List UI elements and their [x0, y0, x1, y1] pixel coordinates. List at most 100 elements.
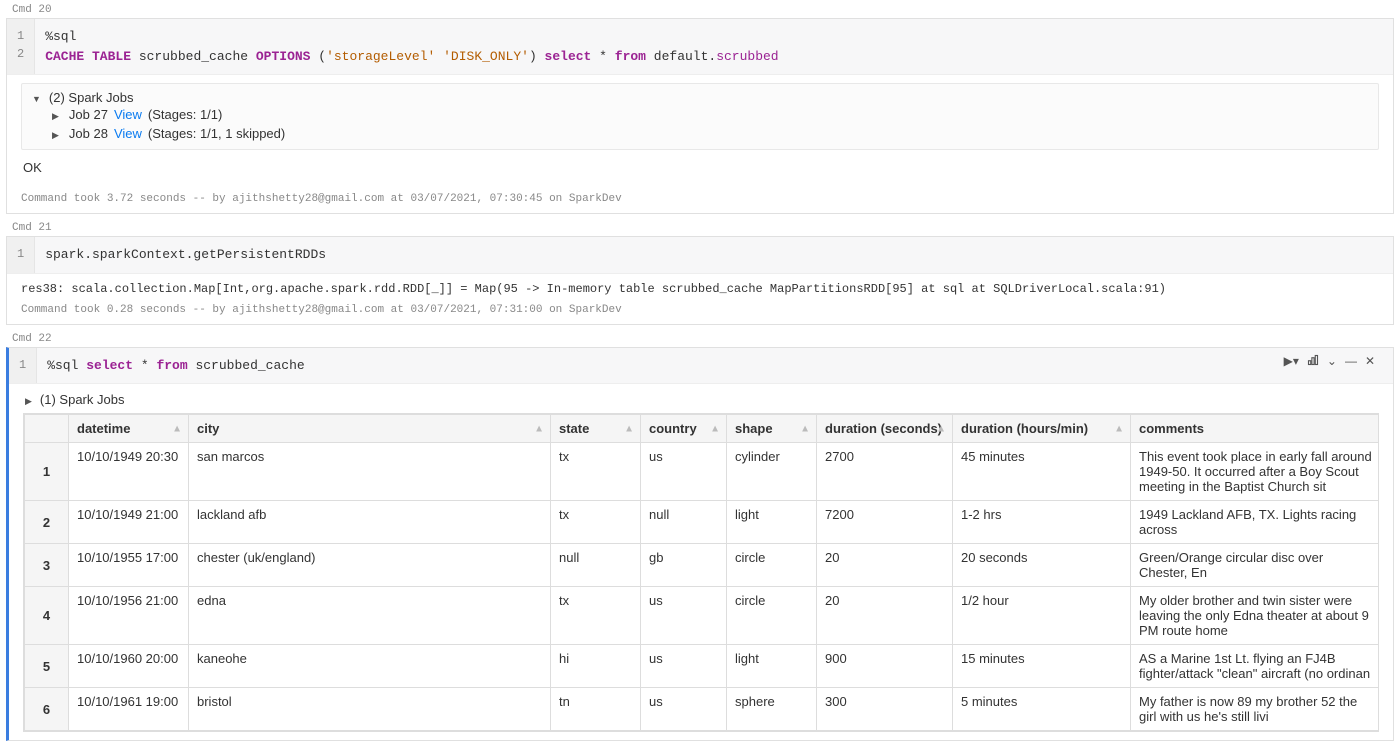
job-line: Job 27 View (Stages: 1/1)	[32, 105, 1368, 124]
col-header-state[interactable]: state▲	[551, 415, 641, 443]
sort-icon[interactable]: ▲	[936, 423, 946, 434]
cell-city: bristol	[189, 688, 551, 731]
cell-country: us	[641, 587, 727, 645]
code-text: scrubbed_cache	[131, 49, 256, 64]
run-button[interactable]: ▶▾	[1284, 354, 1299, 369]
code-block[interactable]: 1 %sql select * from scrubbed_cache	[9, 348, 1393, 385]
cell-datetime: 10/10/1956 21:00	[69, 587, 189, 645]
cell-comments: My older brother and twin sister were le…	[1131, 587, 1380, 645]
code-area[interactable]: spark.sparkContext.getPersistentRDDs	[35, 237, 1393, 273]
col-header-shape[interactable]: shape▲	[727, 415, 817, 443]
cell-country: us	[641, 688, 727, 731]
rownum-header[interactable]	[25, 415, 69, 443]
chart-icon[interactable]	[1307, 354, 1319, 369]
code-text: *	[591, 49, 614, 64]
sort-icon[interactable]: ▲	[800, 423, 810, 434]
rownum-cell: 5	[25, 645, 69, 688]
spark-jobs-header[interactable]: (2) Spark Jobs	[32, 90, 1368, 105]
output-area: (2) Spark Jobs Job 27 View (Stages: 1/1)…	[7, 75, 1393, 189]
code-str: 'storageLevel'	[326, 49, 435, 64]
table-row[interactable]: 310/10/1955 17:00chester (uk/england)nul…	[25, 544, 1380, 587]
code-kw: OPTIONS	[256, 49, 311, 64]
col-header-country[interactable]: country▲	[641, 415, 727, 443]
table-header-row: datetime▲ city▲ state▲ country▲ shape▲ d…	[25, 415, 1380, 443]
cell-country: null	[641, 501, 727, 544]
result-table: datetime▲ city▲ state▲ country▲ shape▲ d…	[23, 413, 1379, 732]
cell-country: us	[641, 645, 727, 688]
cell-state: hi	[551, 645, 641, 688]
cell-datetime: 10/10/1955 17:00	[69, 544, 189, 587]
col-header-duration-hm[interactable]: duration (hours/min)▲	[953, 415, 1131, 443]
sort-icon[interactable]: ▲	[172, 423, 182, 434]
job-label: Job 27	[69, 107, 108, 122]
sort-icon[interactable]: ▲	[710, 423, 720, 434]
code-text: %sql	[47, 358, 86, 373]
line-gutter: 1	[7, 237, 35, 273]
col-header-city[interactable]: city▲	[189, 415, 551, 443]
code-line: spark.sparkContext.getPersistentRDDs	[45, 247, 326, 262]
col-header-duration-seconds[interactable]: duration (seconds)▲	[817, 415, 953, 443]
chevron-right-icon[interactable]	[52, 107, 63, 122]
minimize-button[interactable]: —	[1345, 354, 1357, 369]
col-header-comments[interactable]: comments	[1131, 415, 1380, 443]
cell-duration-hm: 1/2 hour	[953, 587, 1131, 645]
rownum-cell: 4	[25, 587, 69, 645]
code-str: 'DISK_ONLY'	[443, 49, 529, 64]
table-row[interactable]: 610/10/1961 19:00bristoltnussphere3005 m…	[25, 688, 1380, 731]
cell-state: tx	[551, 443, 641, 501]
expand-toggle[interactable]: ⌄	[1327, 354, 1337, 369]
code-text	[435, 49, 443, 64]
chevron-right-icon	[25, 392, 36, 407]
cell-datetime: 10/10/1949 20:30	[69, 443, 189, 501]
cell-shape: circle	[727, 544, 817, 587]
cell-state: tx	[551, 587, 641, 645]
cell-shape: sphere	[727, 688, 817, 731]
cell-cmd20: 12 %sql CACHE TABLE scrubbed_cache OPTIO…	[6, 18, 1394, 214]
code-text: default.	[646, 49, 716, 64]
rownum-cell: 1	[25, 443, 69, 501]
table-row[interactable]: 210/10/1949 21:00lackland afbtxnulllight…	[25, 501, 1380, 544]
cell-duration-hm: 20 seconds	[953, 544, 1131, 587]
code-line: %sql	[45, 29, 76, 44]
code-kw: from	[156, 358, 187, 373]
cell-city: chester (uk/england)	[189, 544, 551, 587]
sort-icon[interactable]: ▲	[534, 423, 544, 434]
cell-duration-seconds: 900	[817, 645, 953, 688]
job-view-link[interactable]: View	[114, 107, 142, 122]
output-text: res38: scala.collection.Map[Int,org.apac…	[7, 274, 1393, 300]
cell-datetime: 10/10/1961 19:00	[69, 688, 189, 731]
cell-shape: circle	[727, 587, 817, 645]
rownum-cell: 2	[25, 501, 69, 544]
cell-state: null	[551, 544, 641, 587]
cell-comments: My father is now 89 my brother 52 the gi…	[1131, 688, 1380, 731]
cell-duration-hm: 15 minutes	[953, 645, 1131, 688]
cell-city: san marcos	[189, 443, 551, 501]
code-area[interactable]: %sql CACHE TABLE scrubbed_cache OPTIONS …	[35, 19, 1393, 74]
sort-icon[interactable]: ▲	[624, 423, 634, 434]
code-area[interactable]: %sql select * from scrubbed_cache	[37, 348, 1393, 384]
command-footer: Command took 0.28 seconds -- by ajithshe…	[7, 300, 1393, 324]
code-block[interactable]: 12 %sql CACHE TABLE scrubbed_cache OPTIO…	[7, 19, 1393, 75]
cell-shape: cylinder	[727, 443, 817, 501]
code-kw: from	[615, 49, 646, 64]
spark-jobs-header[interactable]: (1) Spark Jobs	[23, 392, 1379, 407]
cell-city: kaneohe	[189, 645, 551, 688]
col-header-datetime[interactable]: datetime▲	[69, 415, 189, 443]
job-stages: (Stages: 1/1)	[148, 107, 222, 122]
cell-comments: This event took place in early fall arou…	[1131, 443, 1380, 501]
chevron-right-icon[interactable]	[52, 126, 63, 141]
table-row[interactable]: 510/10/1960 20:00kaneohehiuslight90015 m…	[25, 645, 1380, 688]
command-footer: Command took 3.72 seconds -- by ajithshe…	[7, 189, 1393, 213]
job-view-link[interactable]: View	[114, 126, 142, 141]
code-block[interactable]: 1 spark.sparkContext.getPersistentRDDs	[7, 237, 1393, 274]
output-area: (1) Spark Jobs	[9, 384, 1393, 407]
cell-state: tx	[551, 501, 641, 544]
spark-jobs-section: (2) Spark Jobs Job 27 View (Stages: 1/1)…	[21, 83, 1379, 150]
sort-icon[interactable]: ▲	[1114, 423, 1124, 434]
table-row[interactable]: 410/10/1956 21:00ednatxuscircle201/2 hou…	[25, 587, 1380, 645]
cell-cmd22: ▶▾ ⌄ — ✕ 1 %sql select * from scrubbed_c…	[6, 347, 1394, 742]
close-button[interactable]: ✕	[1365, 354, 1375, 369]
table-row[interactable]: 110/10/1949 20:30san marcostxuscylinder2…	[25, 443, 1380, 501]
cmd-label: Cmd 22	[0, 329, 1400, 347]
code-kw: select	[86, 358, 133, 373]
